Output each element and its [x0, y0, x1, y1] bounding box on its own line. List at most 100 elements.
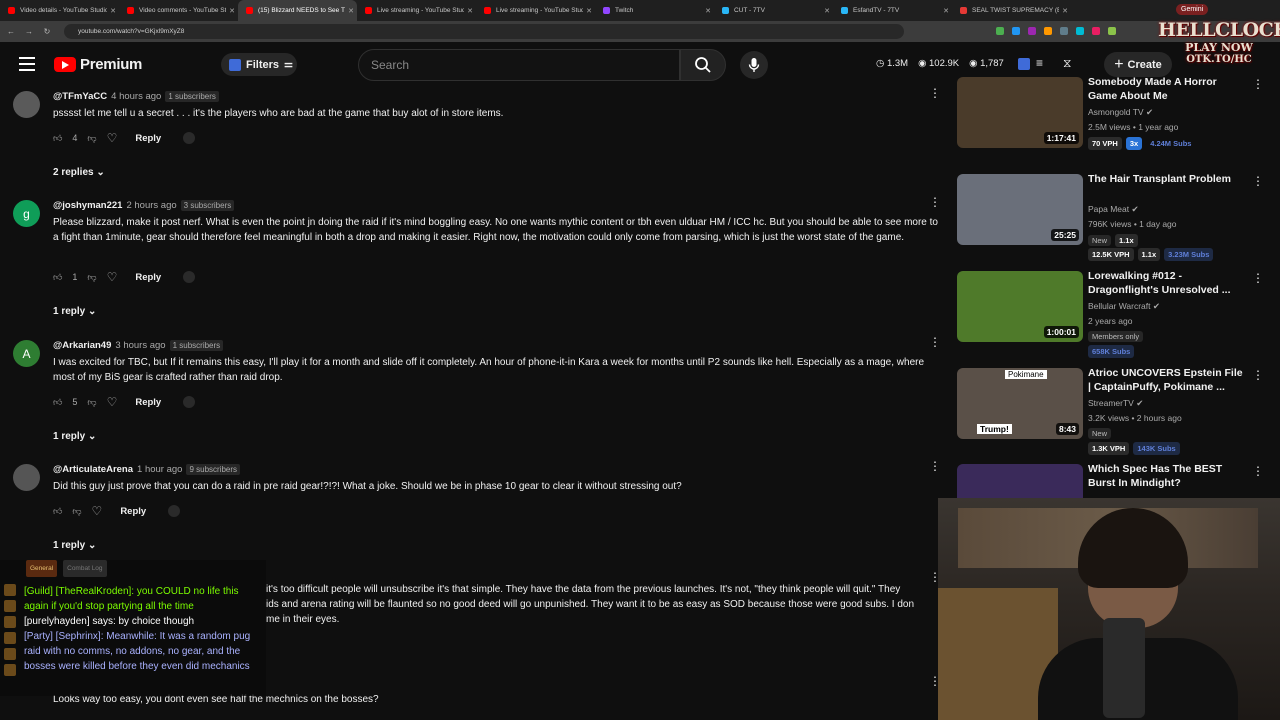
close-tab-icon[interactable]: ✕: [464, 7, 476, 15]
creator-heart-icon[interactable]: [183, 271, 196, 283]
replies-toggle[interactable]: 1 reply ⌄: [53, 431, 96, 442]
more-options-icon[interactable]: ⋮: [1252, 368, 1264, 382]
extension-icon[interactable]: [1060, 27, 1068, 35]
replies-toggle[interactable]: 1 reply ⌄: [53, 306, 96, 317]
video-thumbnail[interactable]: Pokimane Trump! 8:43: [957, 368, 1083, 439]
iq-icon[interactable]: [1018, 58, 1030, 70]
thumbs-down-icon[interactable]: 👎︎: [72, 506, 81, 517]
reply-button[interactable]: Reply: [135, 272, 161, 283]
comment-time[interactable]: 2 hours ago: [126, 200, 176, 211]
more-options-icon[interactable]: ⋮: [1252, 271, 1264, 285]
thumbs-down-icon[interactable]: 👎︎: [87, 272, 96, 283]
extension-icon[interactable]: [996, 27, 1004, 35]
heart-icon[interactable]: ♡: [107, 131, 118, 145]
channel-name[interactable]: Bellular Warcraft ✔: [1088, 301, 1160, 312]
reply-button[interactable]: Reply: [135, 133, 161, 144]
channel-name[interactable]: Papa Meat ✔: [1088, 204, 1139, 215]
comment-author[interactable]: @ArticulateArena: [53, 464, 133, 475]
more-options-icon[interactable]: ⋮: [929, 460, 941, 472]
list-icon[interactable]: ≡: [1036, 56, 1043, 70]
reply-button[interactable]: Reply: [120, 506, 146, 517]
creator-heart-icon[interactable]: [183, 396, 196, 408]
search-input[interactable]: Search: [358, 49, 680, 81]
video-title[interactable]: The Hair Transplant Problem: [1088, 172, 1248, 186]
forward-icon[interactable]: →: [22, 27, 36, 36]
chat-button-icon[interactable]: [4, 616, 16, 628]
browser-tab[interactable]: CUT - 7TV ✕: [714, 0, 833, 21]
extension-icon[interactable]: [1092, 27, 1100, 35]
comment-author[interactable]: @joshyman221: [53, 200, 122, 211]
back-icon[interactable]: ←: [4, 27, 18, 36]
close-tab-icon[interactable]: ✕: [583, 7, 595, 15]
avatar[interactable]: [13, 464, 40, 491]
reply-button[interactable]: Reply: [135, 397, 161, 408]
heart-icon[interactable]: ♡: [92, 504, 103, 518]
reload-icon[interactable]: ↻: [40, 27, 54, 36]
close-tab-icon[interactable]: ✕: [107, 7, 119, 15]
close-tab-icon[interactable]: ✕: [1059, 7, 1071, 15]
url-field[interactable]: youtube.com/watch?v=GKjxl9mXyZ8: [64, 24, 904, 39]
browser-tab[interactable]: SEAL TWIST SUPREMACY (Edit ✕: [952, 0, 1071, 21]
close-tab-icon[interactable]: ✕: [940, 7, 952, 15]
creator-heart-icon[interactable]: [168, 505, 181, 517]
thumbs-up-icon[interactable]: 👍︎: [53, 397, 62, 408]
chat-button-icon[interactable]: [4, 648, 16, 660]
channel-name[interactable]: StreamerTV ✔: [1088, 398, 1143, 409]
recommended-video[interactable]: Pokimane Trump! 8:43 Atrioc UNCOVERS Epstei…: [957, 367, 1267, 455]
recommended-video[interactable]: 1:17:41 Somebody Made A Horror Game About…: [957, 75, 1267, 150]
chat-tab-general[interactable]: General: [26, 560, 58, 577]
creator-heart-icon[interactable]: [183, 132, 196, 144]
menu-icon[interactable]: [19, 57, 35, 71]
more-options-icon[interactable]: ⋮: [929, 196, 941, 208]
browser-tab[interactable]: (15) Blizzard NEEDS to See This ✕: [238, 0, 357, 21]
channel-name[interactable]: Asmongold TV ✔: [1088, 107, 1153, 118]
comment-author[interactable]: @Arkarian49: [53, 340, 111, 351]
browser-tab[interactable]: Twitch ✕: [595, 0, 714, 21]
comment-author[interactable]: @TFmYaCC: [53, 91, 107, 102]
comment-time[interactable]: 1 hour ago: [137, 464, 182, 475]
extension-icon[interactable]: [1012, 27, 1020, 35]
chat-button-icon[interactable]: [4, 664, 16, 676]
more-options-icon[interactable]: ⋮: [1252, 464, 1264, 478]
heart-icon[interactable]: ♡: [107, 395, 118, 409]
youtube-logo-icon[interactable]: [54, 57, 76, 72]
extension-icon[interactable]: [1076, 27, 1084, 35]
thumbs-up-icon[interactable]: 👍︎: [53, 133, 62, 144]
avatar[interactable]: g: [13, 200, 40, 227]
more-options-icon[interactable]: ⋮: [1252, 174, 1264, 188]
browser-tab[interactable]: Video details - YouTube Studio ✕: [0, 0, 119, 21]
close-tab-icon[interactable]: ✕: [226, 7, 238, 15]
replies-toggle[interactable]: 2 replies ⌄: [53, 167, 105, 178]
heart-icon[interactable]: ♡: [107, 270, 118, 284]
close-tab-icon[interactable]: ✕: [821, 7, 833, 15]
thumbs-down-icon[interactable]: 👎︎: [87, 133, 96, 144]
video-title[interactable]: Which Spec Has The BEST Burst In Mindigh…: [1088, 462, 1248, 490]
browser-tab[interactable]: Live streaming - YouTube Studio ✕: [357, 0, 476, 21]
extension-icon[interactable]: [1028, 27, 1036, 35]
video-thumbnail[interactable]: 1:17:41: [957, 77, 1083, 148]
browser-tab[interactable]: Live streaming - YouTube Studio ✕: [476, 0, 595, 21]
browser-tab[interactable]: EsfandTV - 7TV ✕: [833, 0, 952, 21]
recommended-video[interactable]: 1:00:01 Lorewalking #012 - Dragonflight's…: [957, 269, 1267, 358]
extension-icon[interactable]: [1044, 27, 1052, 35]
chat-button-icon[interactable]: [4, 584, 16, 596]
comment-time[interactable]: 3 hours ago: [115, 340, 165, 351]
filters-button[interactable]: Filters ⚌: [221, 53, 297, 76]
video-thumbnail[interactable]: 1:00:01: [957, 271, 1083, 342]
filter-icon[interactable]: ⧖: [1063, 56, 1071, 71]
chat-button-icon[interactable]: [4, 632, 16, 644]
chat-button-icon[interactable]: [4, 600, 16, 612]
replies-toggle[interactable]: 1 reply ⌄: [53, 540, 96, 551]
close-tab-icon[interactable]: ✕: [702, 7, 714, 15]
more-options-icon[interactable]: ⋮: [929, 571, 941, 583]
browser-tab[interactable]: Video comments - YouTube Studio✕: [119, 0, 238, 21]
comment-time[interactable]: 4 hours ago: [111, 91, 161, 102]
thumbs-down-icon[interactable]: 👎︎: [87, 397, 96, 408]
more-options-icon[interactable]: ⋮: [1252, 77, 1264, 91]
video-title[interactable]: Lorewalking #012 - Dragonflight's Unreso…: [1088, 269, 1248, 297]
video-thumbnail[interactable]: 25:25: [957, 174, 1083, 245]
close-tab-icon[interactable]: ✕: [345, 7, 357, 15]
extension-icon[interactable]: [1108, 27, 1116, 35]
video-title[interactable]: Somebody Made A Horror Game About Me: [1088, 75, 1248, 103]
recommended-video[interactable]: 25:25 The Hair Transplant Problem ⋮ Papa Me…: [957, 172, 1267, 261]
